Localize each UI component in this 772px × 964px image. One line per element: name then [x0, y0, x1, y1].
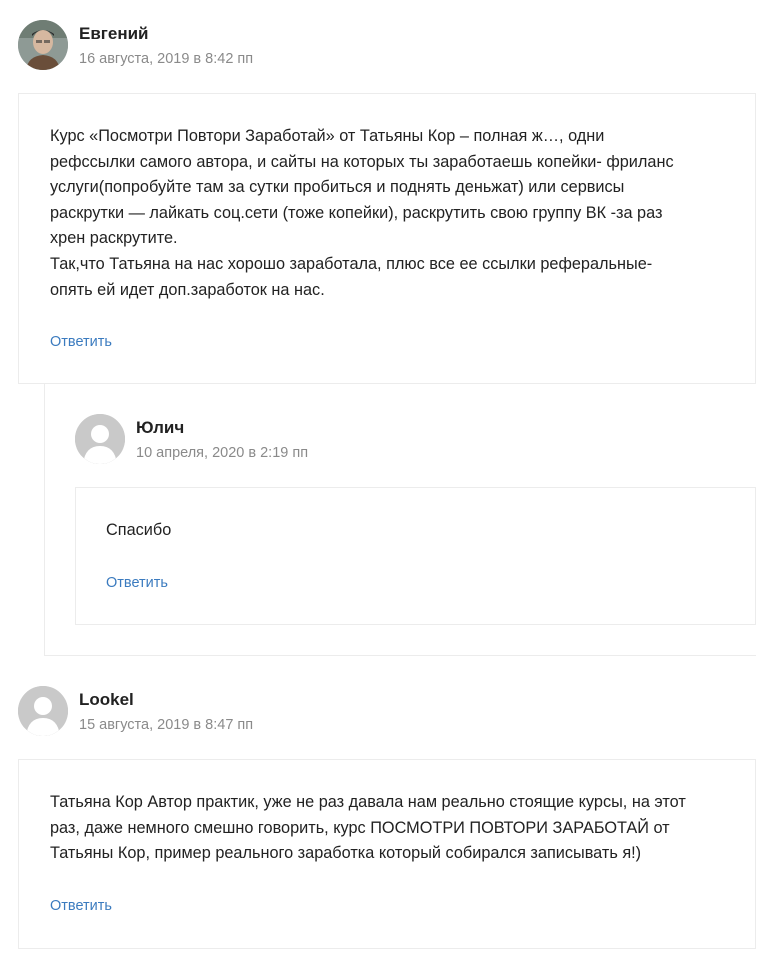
comment-header: Lookel 15 августа, 2019 в 8:47 пп — [18, 686, 253, 736]
comment-text: Татьяна Кор Автор практик, уже не раз да… — [50, 790, 686, 867]
default-user-avatar-icon — [18, 686, 68, 736]
comment-author: Евгений — [79, 24, 149, 43]
reply-link[interactable]: Ответить — [50, 897, 112, 915]
comment-text-line: рефссылки самого автора, и сайты на кото… — [50, 152, 674, 171]
comment-text-line: Так,что Татьяна на нас хорошо заработала… — [50, 254, 653, 273]
comment-text-line: Курс «Посмотри Повтори Заработай» от Тат… — [50, 127, 605, 145]
reply-link[interactable]: Ответить — [50, 333, 112, 351]
reply-link[interactable]: Ответить — [106, 574, 168, 592]
comment-text-line: опять ей идет доп.заработок на нас. — [50, 280, 325, 299]
comment-text: Спасибо — [106, 518, 171, 544]
reply-header: Юлич 10 апреля, 2020 в 2:19 пп — [75, 414, 308, 464]
comment-text-line: раз, даже немного смешно говорить, курс … — [50, 818, 670, 837]
comment-text-line: Татьяна Кор Автор практик, уже не раз да… — [50, 793, 686, 811]
reply-body-box: Спасибо Ответить — [75, 487, 756, 625]
comment-author: Юлич — [136, 418, 185, 437]
comment-date[interactable]: 15 августа, 2019 в 8:47 пп — [79, 715, 253, 735]
comment-header: Евгений 16 августа, 2019 в 8:42 пп — [18, 20, 253, 70]
default-user-avatar[interactable] — [18, 686, 68, 736]
comment-author: Lookel — [79, 690, 134, 709]
comment-text-line: раскрутки — лайкать соц.сети (тоже копей… — [50, 203, 663, 222]
user-photo-avatar-icon — [18, 20, 68, 70]
comments-section: Евгений 16 августа, 2019 в 8:42 пп Курс … — [0, 0, 772, 964]
user-photo-avatar[interactable] — [18, 20, 68, 70]
comment-body-box: Курс «Посмотри Повтори Заработай» от Тат… — [18, 93, 756, 384]
comment-text: Курс «Посмотри Повтори Заработай» от Тат… — [50, 124, 674, 303]
comment-date[interactable]: 10 апреля, 2020 в 2:19 пп — [136, 443, 308, 463]
comment-date[interactable]: 16 августа, 2019 в 8:42 пп — [79, 49, 253, 69]
comment-text-line: Татьяны Кор, пример реального заработка … — [50, 844, 642, 863]
comment-text-line: Спасибо — [106, 521, 172, 539]
comment-text-line: хрен раскрутите. — [50, 229, 178, 248]
default-user-avatar-icon — [75, 414, 125, 464]
comment-body-box: Татьяна Кор Автор практик, уже не раз да… — [18, 759, 756, 949]
default-user-avatar[interactable] — [75, 414, 125, 464]
comment-text-line: услуги(попробуйте там за сутки пробиться… — [50, 178, 625, 197]
